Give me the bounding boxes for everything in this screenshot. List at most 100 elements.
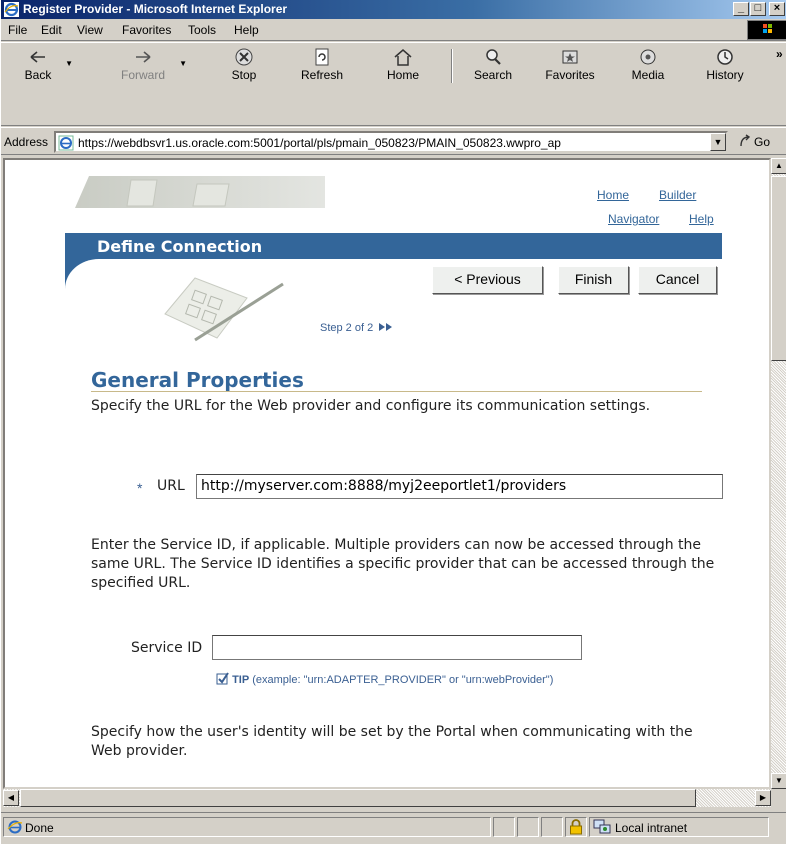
service-id-label: Service ID <box>131 640 203 656</box>
refresh-button[interactable]: Refresh <box>291 47 353 85</box>
scroll-right-button[interactable]: ▶ <box>755 790 771 806</box>
address-bar: Address https://webdbsvr1.us.oracle.com:… <box>1 127 786 155</box>
double-arrow-icon <box>379 323 393 331</box>
page-viewport: Home Builder Navigator Help Define Conne… <box>3 158 771 789</box>
menu-edit[interactable]: Edit <box>41 23 62 37</box>
menu-favorites[interactable]: Favorites <box>122 23 171 37</box>
media-icon <box>640 49 656 65</box>
windows-logo-icon <box>747 20 786 40</box>
title-bar: Register Provider - Microsoft Internet E… <box>1 0 786 19</box>
local-intranet-icon <box>593 819 611 834</box>
favorites-button[interactable]: Favorites <box>535 47 605 85</box>
wizard-header-bar: Define Connection <box>65 233 722 259</box>
favorites-label: Favorites <box>545 68 595 82</box>
required-marker: * <box>137 480 143 496</box>
zone-label: Local intranet <box>615 821 688 835</box>
address-dropdown-button[interactable]: ▼ <box>710 133 726 151</box>
stop-button[interactable]: Stop <box>222 47 266 85</box>
window-title: Register Provider - Microsoft Internet E… <box>23 2 288 16</box>
go-button[interactable]: Go <box>738 134 770 149</box>
url-label: URL <box>157 478 185 494</box>
tip-text: (example: "urn:ADAPTER_PROVIDER" or "urn… <box>252 674 554 686</box>
scroll-down-button[interactable]: ▼ <box>771 773 786 789</box>
refresh-icon <box>315 48 329 66</box>
go-arrow-icon <box>740 134 751 147</box>
status-pane-3 <box>517 817 539 837</box>
menu-help[interactable]: Help <box>234 23 259 37</box>
menu-view[interactable]: View <box>77 23 103 37</box>
status-bar: Done Local intranet <box>1 812 786 844</box>
vertical-scrollbar[interactable]: ▲ ▼ <box>771 158 786 789</box>
step-indicator: Step 2 of 2 <box>320 322 395 334</box>
status-pane-security <box>565 817 587 837</box>
address-label: Address <box>4 135 49 149</box>
status-pane-2 <box>493 817 515 837</box>
section-title: General Properties <box>91 368 304 392</box>
search-button[interactable]: Search <box>467 47 519 85</box>
close-button[interactable]: × <box>769 2 785 16</box>
media-label: Media <box>631 68 665 82</box>
home-button[interactable]: Home <box>381 47 425 85</box>
cancel-button[interactable]: Cancel <box>638 266 717 294</box>
help-link[interactable]: Help <box>689 212 714 226</box>
tip-hint: TIP (example: "urn:ADAPTER_PROVIDER" or … <box>216 672 553 686</box>
horizontal-scroll-thumb[interactable] <box>20 789 696 807</box>
url-input[interactable]: http://myserver.com:8888/myj2eeportlet1/… <box>196 474 723 499</box>
go-label: Go <box>754 135 771 149</box>
scroll-up-button[interactable]: ▲ <box>771 158 786 174</box>
scroll-left-button[interactable]: ◀ <box>3 790 19 806</box>
toolbar-separator <box>451 49 453 83</box>
stop-label: Stop <box>231 68 257 82</box>
ie-page-icon <box>7 820 23 834</box>
standard-toolbar: Back ▼ Forward ▼ Stop Refresh Home Searc… <box>1 42 786 126</box>
status-zone-pane: Local intranet <box>589 817 769 837</box>
menu-file[interactable]: File <box>8 23 27 37</box>
checkmark-icon <box>216 672 229 685</box>
finish-button[interactable]: Finish <box>558 266 629 294</box>
step-text: Step 2 of 2 <box>320 322 374 334</box>
horizontal-scrollbar[interactable]: ◀ ▶ <box>3 789 771 807</box>
search-icon <box>486 49 501 65</box>
home-label: Home <box>386 68 419 82</box>
back-label: Back <box>24 68 52 82</box>
favorites-icon <box>562 50 578 64</box>
ie-logo-icon <box>4 2 19 17</box>
history-label: History <box>706 68 744 82</box>
status-main-pane <box>3 817 491 837</box>
history-icon <box>717 49 733 65</box>
back-button[interactable]: Back ▼ <box>17 47 73 85</box>
wizard-title: Define Connection <box>97 237 263 256</box>
maximize-button[interactable]: □ <box>750 2 766 16</box>
history-button[interactable]: History <box>699 47 751 85</box>
forward-button[interactable]: Forward ▼ <box>113 47 187 85</box>
home-icon <box>394 49 412 66</box>
lock-icon <box>570 819 582 835</box>
back-dropdown-icon[interactable]: ▼ <box>65 59 73 68</box>
address-url[interactable]: https://webdbsvr1.us.oracle.com:5001/por… <box>78 136 688 150</box>
vertical-scroll-thumb[interactable] <box>771 176 786 361</box>
page-icon <box>58 135 74 151</box>
minimize-button[interactable]: _ <box>733 2 749 16</box>
builder-link[interactable]: Builder <box>659 188 696 202</box>
portal-banner-graphic <box>75 176 325 208</box>
address-field[interactable]: https://webdbsvr1.us.oracle.com:5001/por… <box>54 131 728 153</box>
search-label: Search <box>473 68 513 82</box>
toolbar-overflow-chevron[interactable]: » <box>776 47 783 61</box>
wizard-drawing-graphic <box>164 277 284 342</box>
media-button[interactable]: Media <box>625 47 671 85</box>
forward-arrow-icon <box>136 51 151 63</box>
intro-text: Specify the URL for the Web provider and… <box>91 398 651 414</box>
service-id-input[interactable] <box>212 635 582 660</box>
status-text: Done <box>25 821 54 835</box>
browser-window: Register Provider - Microsoft Internet E… <box>0 0 786 844</box>
menu-tools[interactable]: Tools <box>188 23 216 37</box>
forward-dropdown-icon[interactable]: ▼ <box>179 59 187 68</box>
menu-bar: File Edit View Favorites Tools Help <box>1 19 786 41</box>
home-link[interactable]: Home <box>597 188 629 202</box>
forward-label: Forward <box>120 68 165 82</box>
navigator-link[interactable]: Navigator <box>608 212 659 226</box>
stop-icon <box>235 48 253 66</box>
previous-button[interactable]: < Previous <box>432 266 543 294</box>
header-curve-decoration <box>65 259 99 289</box>
scrollbar-corner <box>771 789 786 807</box>
